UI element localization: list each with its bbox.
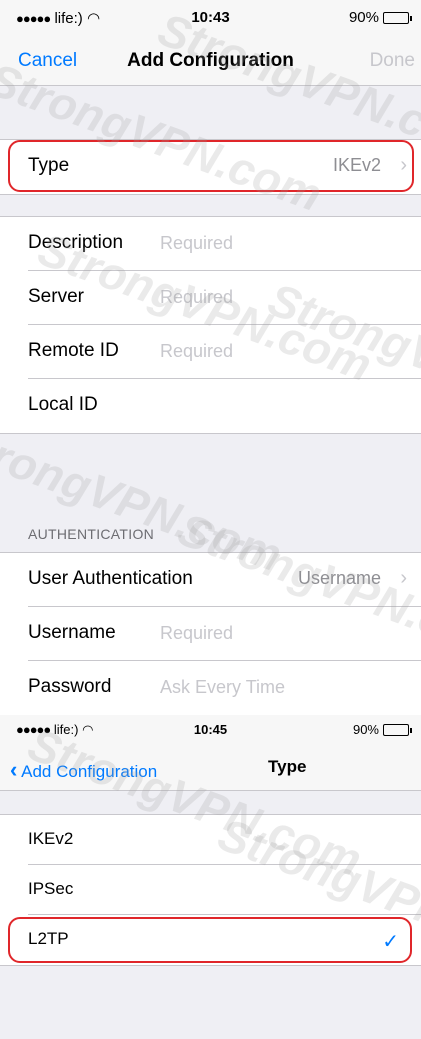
type-option-label: IPSec (28, 879, 74, 898)
l2tp-highlight (8, 917, 412, 963)
server-field[interactable]: Server Required (0, 271, 421, 325)
user-authentication-label: User Authentication (28, 568, 193, 589)
page-title: Type (268, 757, 307, 776)
chevron-right-icon: › (400, 567, 407, 589)
type-highlight (8, 140, 414, 192)
chevron-left-icon: ‹ (10, 757, 18, 782)
server-label: Server (28, 286, 84, 307)
navigation-bar: ‹ Add Configuration Type (0, 745, 421, 791)
user-authentication-row[interactable]: User Authentication Username › (0, 553, 421, 607)
battery-indicator: 90% (352, 722, 412, 737)
username-field[interactable]: Username Required (0, 607, 421, 661)
username-label: Username (28, 622, 116, 643)
password-label: Password (28, 676, 112, 697)
type-selection-screen: ●●●●● life:) ◠ 10:45 90% ‹ Add Configura… (0, 715, 421, 1039)
battery-indicator: 90% (348, 9, 412, 26)
battery-icon (383, 11, 412, 24)
user-authentication-value: Username (297, 568, 381, 588)
description-label: Description (28, 232, 124, 253)
status-bar: ●●●●● life:) ◠ 10:45 90% (0, 715, 421, 745)
type-option-ikev2[interactable]: IKEv2 (0, 815, 421, 865)
done-button[interactable]: Done (370, 50, 415, 72)
back-button[interactable]: ‹ Add Configuration (10, 757, 157, 783)
page-title: Add Configuration (127, 50, 294, 71)
back-button-label: Add Configuration (21, 762, 158, 781)
local-id-label: Local ID (28, 394, 98, 415)
battery-percent: 90% (352, 722, 379, 737)
add-configuration-screen: ●●●●● life:) ◠ 10:43 90% Cancel Add Conf… (0, 0, 421, 715)
server-input[interactable]: Required (160, 287, 233, 308)
battery-icon (383, 723, 412, 736)
remote-id-input[interactable]: Required (160, 341, 233, 362)
description-field[interactable]: Description Required (0, 217, 421, 271)
description-input[interactable]: Required (160, 233, 233, 254)
authentication-header: AUTHENTICATION (28, 526, 155, 542)
type-option-label: IKEv2 (28, 829, 74, 848)
username-input[interactable]: Required (160, 623, 233, 644)
password-field[interactable]: Password Ask Every Time (0, 661, 421, 715)
battery-percent: 90% (348, 9, 379, 26)
status-bar: ●●●●● life:) ◠ 10:43 90% (0, 0, 421, 36)
type-option-ipsec[interactable]: IPSec (0, 865, 421, 915)
password-input[interactable]: Ask Every Time (160, 677, 285, 698)
local-id-field[interactable]: Local ID (0, 379, 421, 433)
remote-id-field[interactable]: Remote ID Required (0, 325, 421, 379)
navigation-bar: Cancel Add Configuration Done (0, 36, 421, 86)
remote-id-label: Remote ID (28, 340, 119, 361)
